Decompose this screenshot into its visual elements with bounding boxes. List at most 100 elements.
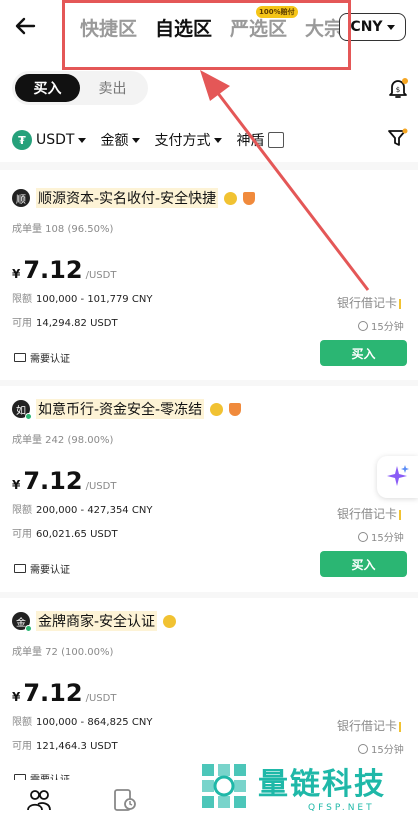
payment-filter-label: 支付方式 xyxy=(154,133,211,149)
payment-method: 银行借记卡 xyxy=(337,294,402,311)
chevron-down-icon xyxy=(386,24,395,30)
buy-button[interactable]: 买入 xyxy=(320,551,407,577)
watermark: 量链科技 QFSP.NET xyxy=(198,756,418,816)
chevron-down-icon xyxy=(78,137,87,143)
limit-label: 限额 xyxy=(12,505,32,516)
merchant-name: 金牌商家-安全认证 xyxy=(36,611,158,631)
limit-row: 限额 100,000 - 864,825 CNY xyxy=(12,713,152,728)
order-history-icon[interactable] xyxy=(112,788,138,812)
sparkle-icon xyxy=(386,465,409,486)
sell-toggle-button[interactable]: 卖出 xyxy=(80,74,145,102)
ai-assistant-button[interactable] xyxy=(377,456,418,498)
merchant-row[interactable]: 顺 顺源资本-实名收付-安全快捷 xyxy=(12,188,256,208)
merchant-row[interactable]: 如 如意币行-资金安全-零冻结 xyxy=(12,399,242,420)
amount-filter[interactable]: 金额 xyxy=(100,130,141,150)
payment-time: 15分钟 xyxy=(358,741,404,756)
payment-filter[interactable]: 支付方式 xyxy=(154,130,223,150)
buy-sell-toggle: 买入 卖出 xyxy=(12,71,148,105)
tab-strict-label: 严选区 xyxy=(230,18,288,40)
limit-row: 限额 100,000 - 101,779 CNY xyxy=(12,290,152,305)
clock-icon xyxy=(358,743,368,754)
merchant-avatar: 顺 xyxy=(12,189,30,207)
chevron-down-icon xyxy=(214,137,223,143)
shield-filter-label: 神盾 xyxy=(236,133,265,149)
available-value: 121,464.3 USDT xyxy=(36,741,118,752)
verification-required: 需要认证 xyxy=(14,350,70,365)
currency-symbol: ¥ xyxy=(12,267,21,281)
limit-row: 限额 200,000 - 427,354 CNY xyxy=(12,501,152,516)
available-label: 可用 xyxy=(12,529,32,540)
available-label: 可用 xyxy=(12,318,32,329)
price-unit: /USDT xyxy=(85,481,117,492)
available-value: 60,021.65 USDT xyxy=(36,529,118,540)
clock-icon xyxy=(358,531,368,542)
merchant-name: 顺源资本-实名收付-安全快捷 xyxy=(36,188,219,208)
filter-funnel-icon[interactable] xyxy=(386,127,408,149)
top-bar: 快捷区 自选区 严选区 100%赔付 大宗 CNY xyxy=(0,0,418,56)
shield-checkbox[interactable] xyxy=(268,132,285,148)
payment-method: 银行借记卡 xyxy=(337,717,402,734)
tab-quick[interactable]: 快捷区 xyxy=(80,14,137,41)
back-arrow-icon[interactable] xyxy=(12,12,40,40)
tab-bulk[interactable]: 大宗 xyxy=(305,14,343,41)
order-stats: 成单量 242 (98.00%) xyxy=(12,435,114,446)
asset-filter-label: USDT xyxy=(36,132,75,148)
limit-label: 限额 xyxy=(12,294,32,305)
buy-button[interactable]: 买入 xyxy=(320,340,407,366)
available-row: 可用 60,021.65 USDT xyxy=(12,525,118,540)
tab-strict[interactable]: 严选区 100%赔付 xyxy=(230,6,298,41)
asset-filter[interactable]: ₮ USDT xyxy=(12,130,87,150)
merchant-avatar: 金 xyxy=(12,612,32,632)
gold-badge-icon xyxy=(163,614,177,628)
svg-text:$: $ xyxy=(396,86,400,94)
currency-selector[interactable]: CNY xyxy=(339,13,406,41)
available-value: 14,294.82 USDT xyxy=(36,318,118,329)
price: ¥ 7.12 /USDT xyxy=(12,256,116,284)
section-divider xyxy=(0,380,418,386)
tab-selected[interactable]: 自选区 xyxy=(155,14,212,41)
id-card-icon xyxy=(14,564,26,573)
order-stats: 成单量 108 (96.50%) xyxy=(12,224,114,235)
section-divider xyxy=(0,592,418,598)
payment-method: 银行借记卡 xyxy=(337,505,402,522)
payment-time: 15分钟 xyxy=(358,318,404,333)
price-unit: /USDT xyxy=(85,693,117,704)
available-label: 可用 xyxy=(12,741,32,752)
watermark-url: QFSP.NET xyxy=(308,803,375,813)
limit-label: 限额 xyxy=(12,717,32,728)
merchant-name: 如意币行-资金安全-零冻结 xyxy=(36,399,205,419)
buy-toggle-button[interactable]: 买入 xyxy=(15,74,80,102)
price-value: 7.12 xyxy=(23,679,83,707)
order-stats: 成单量 72 (100.00%) xyxy=(12,647,114,658)
people-icon[interactable] xyxy=(26,788,52,812)
tab-strict-badge: 100%赔付 xyxy=(256,6,298,18)
limit-value: 100,000 - 101,779 CNY xyxy=(36,294,153,305)
price: ¥ 7.12 /USDT xyxy=(12,467,116,495)
price-value: 7.12 xyxy=(23,256,83,284)
clock-icon xyxy=(358,320,368,331)
watermark-text: 量链科技 xyxy=(258,767,386,802)
price-value: 7.12 xyxy=(23,467,83,495)
merchant-avatar: 如 xyxy=(12,400,32,420)
market-tabs: 快捷区 自选区 严选区 100%赔付 大宗 xyxy=(80,6,343,41)
available-row: 可用 121,464.3 USDT xyxy=(12,737,118,752)
limit-value: 200,000 - 427,354 CNY xyxy=(36,505,153,516)
merchant-row[interactable]: 金 金牌商家-安全认证 xyxy=(12,611,177,632)
available-row: 可用 14,294.82 USDT xyxy=(12,314,118,329)
section-divider xyxy=(0,162,418,170)
shield-badge-icon xyxy=(229,402,242,416)
usdt-icon: ₮ xyxy=(12,130,32,150)
amount-filter-label: 金额 xyxy=(100,133,129,149)
currency-symbol: ¥ xyxy=(12,690,21,704)
payment-time: 15分钟 xyxy=(358,529,404,544)
shield-badge-icon xyxy=(243,191,256,205)
gold-badge-icon xyxy=(210,402,224,416)
gold-badge-icon xyxy=(224,191,238,205)
chevron-down-icon xyxy=(132,137,141,143)
filter-bar: ₮ USDT 金额 支付方式 神盾 xyxy=(12,127,412,153)
currency-symbol: ¥ xyxy=(12,478,21,492)
notification-bell-icon[interactable]: $ xyxy=(386,76,410,100)
verification-required: 需要认证 xyxy=(14,561,70,576)
price: ¥ 7.12 /USDT xyxy=(12,679,116,707)
shield-filter[interactable]: 神盾 xyxy=(236,130,285,150)
